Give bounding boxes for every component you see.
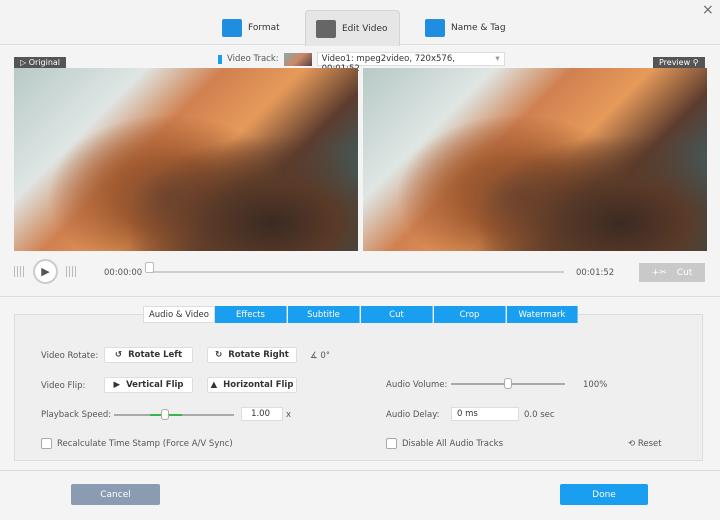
rotate-right-label: Rotate Right — [228, 350, 289, 360]
scissors-icon: +✂ — [651, 267, 667, 278]
cancel-button[interactable]: Cancel — [71, 484, 160, 505]
prev-frame-icon[interactable] — [14, 266, 25, 277]
speed-unit: x — [286, 410, 292, 420]
volume-handle[interactable] — [504, 378, 512, 389]
audio-volume-label: Audio Volume: — [386, 380, 448, 390]
done-button[interactable]: Done — [560, 484, 648, 505]
preview-video — [363, 68, 707, 251]
footer-divider — [0, 470, 720, 471]
edit-video-icon — [316, 19, 336, 38]
horizontal-flip-button[interactable]: ▲ Horizontal Flip — [207, 377, 297, 393]
original-text: Original — [28, 58, 61, 67]
video-rotate-label: Video Rotate: — [41, 351, 99, 361]
rotate-right-button[interactable]: ↻ Rotate Right — [207, 347, 297, 363]
recalc-checkbox[interactable] — [41, 438, 52, 449]
tab-format[interactable]: Format — [212, 10, 290, 46]
rotation-angle: ∡ 0° — [310, 351, 330, 361]
video-track-label: Video Track: — [227, 54, 279, 64]
zoom-icon: ⚲ — [692, 58, 699, 67]
angle-value: 0° — [320, 351, 330, 361]
preview-text: Preview — [659, 58, 691, 67]
horizontal-flip-label: Horizontal Flip — [223, 380, 294, 390]
playback-speed-label: Playback Speed: — [41, 410, 112, 420]
recalc-checkbox-row[interactable]: Recalculate Time Stamp (Force A/V Sync) — [41, 438, 233, 449]
cut-label: Cut — [676, 267, 693, 278]
name-tag-icon — [425, 19, 445, 37]
rotate-left-button[interactable]: ↺ Rotate Left — [104, 347, 193, 363]
total-time: 00:01:52 — [576, 268, 615, 278]
tab-cut[interactable]: Cut — [361, 306, 433, 323]
cut-button[interactable]: +✂ Cut — [639, 263, 705, 282]
tab-crop[interactable]: Crop — [434, 306, 506, 323]
playback-speed-input[interactable]: 1.00 — [241, 407, 283, 421]
rotate-left-label: Rotate Left — [128, 350, 183, 360]
speed-handle[interactable] — [161, 409, 169, 420]
tab-name-tag[interactable]: Name & Tag — [415, 10, 516, 46]
rotate-left-icon: ↺ — [114, 350, 123, 360]
chevron-down-icon: ▾ — [495, 54, 500, 64]
disable-audio-label: Disable All Audio Tracks — [402, 438, 504, 449]
close-button[interactable]: × — [702, 2, 714, 18]
tab-subtitle[interactable]: Subtitle — [288, 306, 360, 323]
audio-delay-sec: 0.0 sec — [524, 410, 555, 420]
audio-delay-label: Audio Delay: — [386, 410, 440, 420]
reset-icon: ⟲ — [628, 439, 636, 449]
tab-audio-video[interactable]: Audio & Video — [143, 306, 215, 323]
horizontal-flip-icon: ▲ — [210, 380, 218, 390]
disable-audio-checkbox[interactable] — [386, 438, 397, 449]
current-time: 00:00:00 — [104, 268, 143, 278]
timeline-handle[interactable] — [145, 262, 154, 273]
tab-label: Name & Tag — [451, 23, 506, 33]
tab-edit-video[interactable]: Edit Video — [305, 10, 400, 46]
vertical-flip-icon: ▶ — [113, 380, 121, 390]
rotate-right-icon: ↻ — [215, 350, 223, 360]
video-track-select[interactable]: Video1: mpeg2video, 720x576, 00:01:52 ▾ — [316, 52, 505, 74]
play-button[interactable]: ▶ — [33, 259, 58, 284]
tab-label: Format — [248, 23, 280, 33]
video-track-value: Video1: mpeg2video, 720x576, 00:01:52 — [321, 54, 455, 74]
reset-button[interactable]: ⟲ Reset — [628, 439, 662, 449]
reset-label: Reset — [637, 439, 662, 449]
divider — [0, 296, 720, 297]
audio-delay-input[interactable]: 0 ms — [451, 407, 519, 421]
recalc-label: Recalculate Time Stamp (Force A/V Sync) — [57, 438, 233, 449]
tab-label: Edit Video — [342, 23, 388, 34]
video-track-row: Video Track: Video1: mpeg2video, 720x576… — [218, 52, 505, 74]
vertical-flip-label: Vertical Flip — [126, 380, 184, 390]
vertical-flip-button[interactable]: ▶ Vertical Flip — [104, 377, 193, 393]
original-video — [14, 68, 358, 251]
audio-volume-value: 100% — [583, 380, 608, 390]
next-frame-icon[interactable] — [66, 266, 77, 277]
timeline-slider[interactable] — [150, 271, 564, 273]
tab-effects[interactable]: Effects — [215, 306, 287, 323]
track-icon — [218, 54, 222, 64]
disable-audio-row[interactable]: Disable All Audio Tracks — [386, 438, 503, 449]
format-icon — [222, 19, 242, 37]
video-flip-label: Video Flip: — [41, 381, 86, 391]
tab-watermark[interactable]: Watermark — [507, 306, 578, 323]
track-thumbnail — [283, 52, 312, 66]
